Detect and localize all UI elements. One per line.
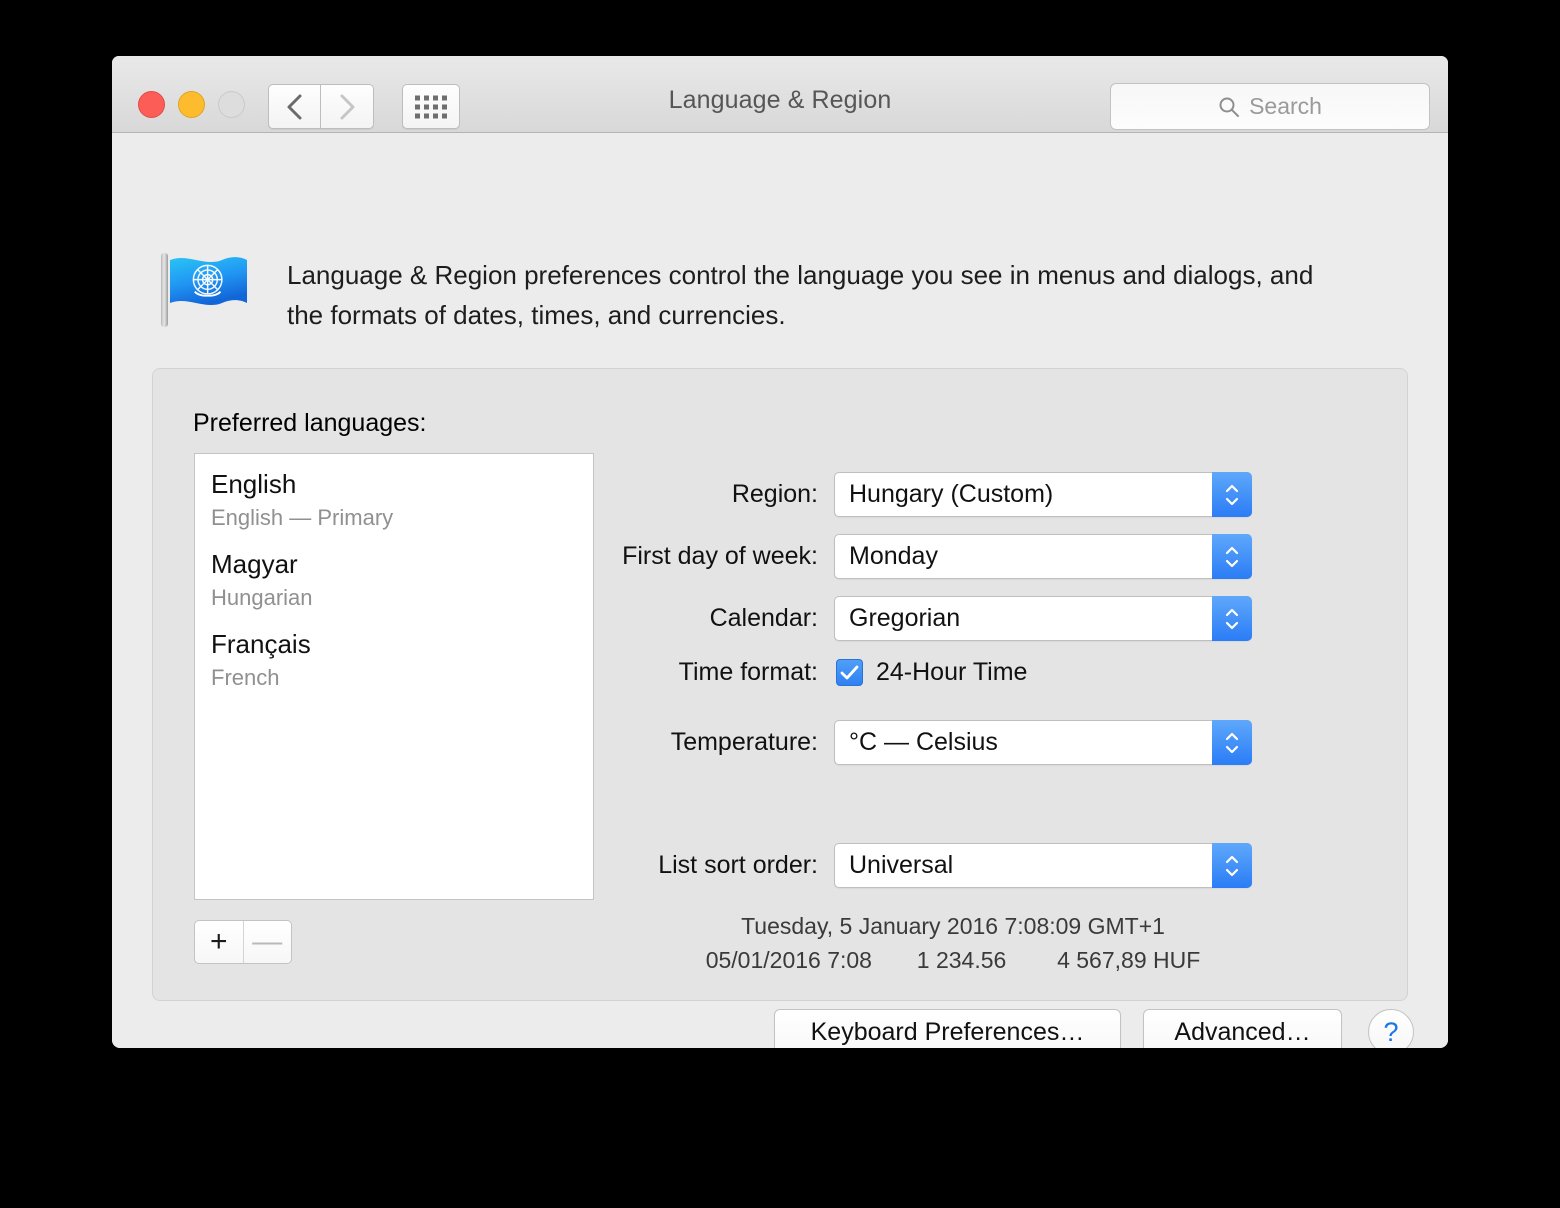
add-language-button[interactable]: + <box>195 921 244 963</box>
calendar-value: Gregorian <box>849 604 961 632</box>
list-sort-order-row: List sort order: Universal <box>603 843 1252 888</box>
preferences-window: Language & Region Search Language & Regi… <box>112 56 1448 1048</box>
language-subtitle: English — Primary <box>211 505 394 530</box>
advanced-button[interactable]: Advanced… <box>1143 1009 1342 1048</box>
calendar-label: Calendar: <box>709 604 818 632</box>
first-day-of-week-label: First day of week: <box>622 542 818 570</box>
region-select[interactable]: Hungary (Custom) <box>834 472 1252 517</box>
stepper-arrows-icon[interactable] <box>1212 720 1252 765</box>
region-row: Region: Hungary (Custom) <box>603 472 1252 517</box>
preview-currency: 4 567,89 HUF <box>1057 947 1201 973</box>
language-name: English <box>211 469 297 499</box>
preview-short-date: 05/01/2016 7:08 <box>705 947 872 973</box>
add-remove-language-control: + — <box>194 920 292 964</box>
language-subtitle: Hungarian <box>211 585 313 610</box>
region-value: Hungary (Custom) <box>849 480 1054 508</box>
language-name: Magyar <box>211 549 298 579</box>
help-button[interactable]: ? <box>1368 1009 1414 1048</box>
first-day-of-week-select[interactable]: Monday <box>834 534 1252 579</box>
stepper-arrows-icon[interactable] <box>1212 472 1252 517</box>
temperature-label: Temperature: <box>670 728 818 756</box>
intro-description: Language & Region preferences control th… <box>287 260 1314 330</box>
calendar-select[interactable]: Gregorian <box>834 596 1252 641</box>
list-item[interactable]: English English — Primary <box>195 466 593 534</box>
checkmark-icon <box>840 665 859 680</box>
preferred-languages-list[interactable]: English English — Primary Magyar Hungari… <box>194 453 594 900</box>
list-item[interactable]: Français French <box>195 626 593 694</box>
time-format-label: Time format: <box>678 658 818 686</box>
list-sort-order-value: Universal <box>849 851 954 879</box>
list-item[interactable]: Magyar Hungarian <box>195 546 593 614</box>
search-icon <box>1219 97 1240 117</box>
keyboard-preferences-button[interactable]: Keyboard Preferences… <box>774 1009 1121 1048</box>
remove-language-button[interactable]: — <box>244 921 292 963</box>
list-sort-order-label: List sort order: <box>658 851 818 879</box>
temperature-value: °C — Celsius <box>849 728 998 756</box>
24-hour-time-label: 24-Hour Time <box>876 658 1028 686</box>
temperature-select[interactable]: °C — Celsius <box>834 720 1252 765</box>
stepper-arrows-icon[interactable] <box>1212 596 1252 641</box>
preferred-languages-label: Preferred languages: <box>193 409 427 437</box>
settings-groupbox: Preferred languages: English English — P… <box>152 368 1408 1001</box>
un-flag-icon <box>161 253 247 327</box>
first-day-of-week-row: First day of week: Monday <box>603 534 1252 579</box>
language-name: Français <box>211 629 311 659</box>
preview-number: 1 234.56 <box>916 947 1007 973</box>
search-input[interactable]: Search <box>1110 83 1430 130</box>
window-titlebar: Language & Region Search <box>112 56 1448 133</box>
24-hour-time-checkbox[interactable] <box>836 659 863 686</box>
stepper-arrows-icon[interactable] <box>1212 843 1252 888</box>
temperature-row: Temperature: °C — Celsius <box>603 720 1252 765</box>
list-sort-order-select[interactable]: Universal <box>834 843 1252 888</box>
time-format-row: Time format: 24-Hour Time <box>603 658 1027 687</box>
search-placeholder: Search <box>1249 93 1322 119</box>
region-label: Region: <box>731 480 818 508</box>
stepper-arrows-icon[interactable] <box>1212 534 1252 579</box>
calendar-row: Calendar: Gregorian <box>603 596 1252 641</box>
language-subtitle: French <box>211 665 280 690</box>
preferences-content: Language & Region preferences control th… <box>112 133 1448 1048</box>
first-day-of-week-value: Monday <box>849 542 938 570</box>
preview-long-date: Tuesday, 5 January 2016 7:08:09 GMT+1 <box>741 913 1165 939</box>
format-preview: Tuesday, 5 January 2016 7:08:09 GMT+1 05… <box>603 909 1303 977</box>
